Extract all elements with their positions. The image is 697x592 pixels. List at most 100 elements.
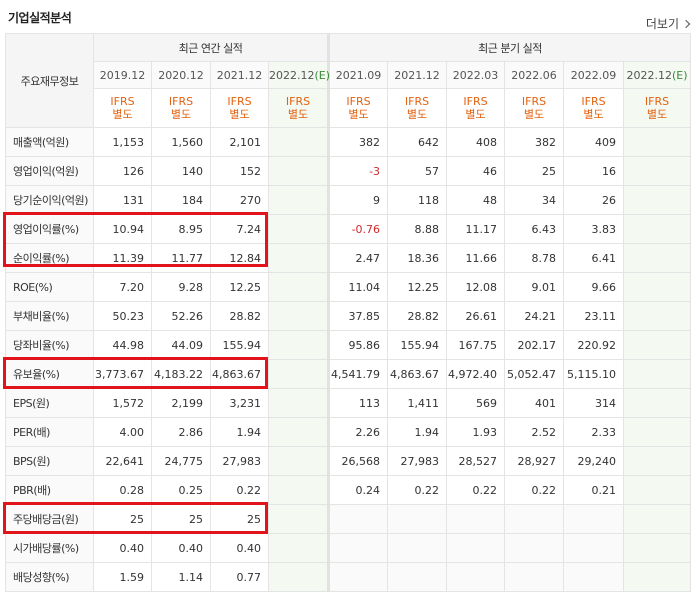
row-label: 배당성향(%)	[5, 562, 94, 592]
quarter-cell	[623, 359, 692, 389]
row-label: 시가배당률(%)	[5, 533, 94, 563]
annual-cell	[267, 301, 331, 331]
quarter-cell	[446, 562, 506, 592]
table-row: 배당성향(%) 1.59 1.14 0.77	[5, 562, 692, 592]
more-label: 더보기	[645, 17, 679, 31]
accounting-basis: IFRS 별도	[623, 88, 692, 128]
quarter-cell: 5,115.10	[563, 359, 625, 389]
quarter-cell	[623, 272, 692, 302]
quarter-cell: 642	[387, 127, 448, 157]
annual-cell: 7.24	[210, 214, 269, 244]
annual-cell	[267, 243, 331, 273]
annual-group-header: 최근 연간 실적	[92, 33, 331, 62]
annual-cell: 0.22	[210, 475, 269, 505]
annual-cell: 3,773.67	[93, 359, 152, 389]
quarter-cell: 5,052.47	[504, 359, 565, 389]
accounting-basis: IFRS 별도	[267, 88, 331, 128]
annual-cell: 1,560	[151, 127, 211, 157]
quarter-cell: 26.61	[446, 301, 506, 331]
table-row: 영업이익률(%) 10.94 8.95 7.24 -0.76 8.88 11.17 6.43 3…	[5, 214, 692, 244]
annual-cell: 2,101	[210, 127, 269, 157]
quarter-cell: 18.36	[387, 243, 448, 273]
annual-cell: 184	[151, 185, 211, 215]
table-row: 당기순이익(억원) 131 184 270 9 118 48 34 26	[5, 185, 692, 215]
period-header: 2020.12	[151, 61, 211, 89]
period-header: 2022.06	[504, 61, 565, 89]
basis-line1: IFRS	[581, 95, 606, 108]
quarter-cell	[563, 504, 625, 534]
quarter-cell: -0.76	[328, 214, 389, 244]
basis-line2: 별도	[170, 108, 192, 121]
annual-cell: 131	[93, 185, 152, 215]
annual-cell	[267, 504, 331, 534]
annual-cell	[267, 388, 331, 418]
basis-line2: 별도	[112, 108, 133, 121]
quarter-cell	[328, 504, 389, 534]
annual-cell: 9.28	[151, 272, 211, 302]
quarter-cell: 2.33	[563, 417, 625, 447]
quarter-cell	[623, 185, 692, 215]
annual-cell: 10.94	[93, 214, 152, 244]
quarter-cell	[387, 533, 448, 563]
quarter-cell: 9.01	[504, 272, 565, 302]
quarter-cell	[623, 214, 692, 244]
basis-line1: IFRS	[404, 95, 430, 108]
basis-line2: 별도	[646, 108, 668, 121]
quarter-cell: 9	[328, 185, 389, 215]
quarter-cell	[623, 533, 692, 563]
quarter-cell	[328, 533, 389, 563]
annual-cell	[267, 127, 331, 157]
quarter-cell: 46	[446, 156, 506, 186]
quarter-cell	[446, 504, 506, 534]
quarter-cell	[623, 301, 692, 331]
quarter-cell: 26,568	[328, 446, 389, 476]
financial-table: 주요재무정보 최근 연간 실적 최근 분기 실적 2019.12 2020.12 2021…	[5, 33, 692, 592]
table-row: ROE(%) 7.20 9.28 12.25 11.04 12.25 12.08 9.01 9.…	[5, 272, 692, 302]
quarter-cell: 1.93	[446, 417, 506, 447]
quarter-cell: 382	[328, 127, 389, 157]
more-link[interactable]: 더보기	[645, 15, 691, 32]
annual-cell: 25	[151, 504, 211, 534]
quarter-cell	[504, 504, 565, 534]
quarter-cell	[387, 504, 448, 534]
period-header-estimate: 2022.12(E)	[267, 61, 330, 89]
row-label: ROE(%)	[5, 272, 94, 302]
annual-cell: 11.77	[151, 243, 211, 273]
quarter-cell: 408	[446, 127, 506, 157]
annual-cell: 12.84	[210, 243, 269, 273]
quarter-cell: 11.17	[446, 214, 506, 244]
annual-cell: 4,863.67	[210, 359, 269, 389]
accounting-basis: IFRS 별도	[387, 88, 448, 128]
basis-line2: 별도	[523, 108, 545, 121]
annual-cell: 8.95	[151, 214, 211, 244]
quarter-cell: 4,863.67	[387, 359, 448, 389]
annual-cell	[267, 214, 331, 244]
annual-cell: 1.14	[151, 562, 211, 592]
table-row: 주당배당금(원) 25 25 25	[5, 504, 692, 534]
accounting-basis: IFRS 별도	[210, 88, 269, 128]
period-header: 2019.12	[93, 61, 152, 89]
annual-cell: 3,231	[210, 388, 269, 418]
period-header: 2021.12	[387, 61, 448, 89]
quarter-cell: 401	[504, 388, 565, 418]
annual-cell: 4,183.22	[151, 359, 211, 389]
estimate-date: 2022.12	[626, 68, 673, 82]
table-row: 영업이익(억원) 126 140 152 -3 57 46 25 16	[5, 156, 692, 186]
quarter-cell: 24.21	[504, 301, 565, 331]
annual-cell: 44.09	[151, 330, 211, 360]
basis-line1: IFRS	[168, 95, 194, 108]
quarter-cell: 28.82	[387, 301, 448, 331]
quarter-cell: 113	[328, 388, 389, 418]
quarter-cell: 0.22	[446, 475, 506, 505]
row-label: 매출액(억원)	[5, 127, 94, 157]
quarter-cell: 0.22	[504, 475, 565, 505]
basis-line2: 별도	[348, 108, 369, 121]
table-row: 매출액(억원) 1,153 1,560 2,101 382 642 408 382 409	[5, 127, 692, 157]
annual-cell: 44.98	[93, 330, 152, 360]
annual-cell	[267, 533, 331, 563]
quarter-cell: 11.66	[446, 243, 506, 273]
accounting-basis: IFRS 별도	[93, 88, 152, 128]
quarter-cell	[387, 562, 448, 592]
row-label: EPS(원)	[5, 388, 94, 418]
annual-cell	[267, 417, 331, 447]
